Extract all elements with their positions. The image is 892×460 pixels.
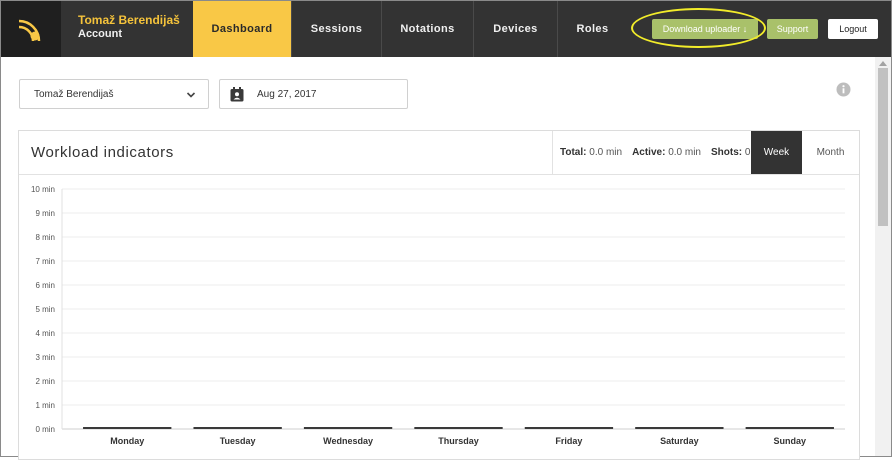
date-value: Aug 27, 2017 [257, 88, 317, 100]
bar-friday [524, 427, 614, 429]
workload-chart: 0 min 1 min 2 min 3 min 4 min 5 min 6 min 7 min… [31, 185, 845, 446]
y-tick-label: 1 min [35, 401, 55, 410]
workload-card: Workload indicators Total: 0.0 min Activ… [18, 130, 860, 460]
y-tick-label: 2 min [35, 377, 55, 386]
workload-stats: Total: 0.0 min Active: 0.0 min Shots: 0 [552, 131, 750, 174]
account-name: Tomaž Berendijaš [78, 13, 180, 27]
total-label: Total: [560, 147, 587, 158]
logout-button[interactable]: Logout [828, 19, 878, 39]
card-header: Workload indicators Total: 0.0 min Activ… [19, 131, 859, 175]
x-tick-label: Thursday [438, 436, 479, 446]
tab-dashboard[interactable]: Dashboard [193, 1, 291, 57]
total-value: 0.0 min [589, 147, 623, 158]
scrollbar-thumb[interactable] [878, 68, 888, 226]
tab-devices[interactable]: Devices [473, 1, 557, 57]
shots-value: 0 [744, 147, 751, 158]
x-tick-label: Wednesday [323, 436, 373, 446]
calendar-icon [230, 86, 244, 101]
x-tick-label: Sunday [774, 436, 807, 446]
tab-notations[interactable]: Notations [381, 1, 473, 57]
info-icon[interactable] [836, 82, 851, 97]
y-tick-label: 0 min [35, 425, 55, 434]
bar-sunday [745, 427, 834, 429]
bar-saturday [635, 427, 724, 429]
month-toggle[interactable]: Month [802, 131, 859, 174]
y-tick-label: 6 min [35, 281, 55, 290]
y-tick-label: 3 min [35, 353, 55, 362]
bar-wednesday [303, 427, 393, 429]
tab-roles[interactable]: Roles [557, 1, 627, 57]
top-navigation: Tomaž Berendijaš Account Dashboard Sessi… [1, 1, 891, 57]
date-picker[interactable]: Aug 27, 2017 [219, 79, 408, 109]
tab-sessions[interactable]: Sessions [291, 1, 381, 57]
x-tick-label: Monday [110, 436, 144, 446]
download-uploader-button[interactable]: Download uploader ↓ [652, 19, 758, 39]
user-select[interactable]: Tomaž Berendijaš [19, 79, 209, 109]
x-tick-label: Saturday [660, 436, 699, 446]
bar-monday [83, 427, 172, 429]
account-label: Account [78, 28, 122, 40]
y-tick-label: 7 min [35, 257, 55, 266]
y-tick-label: 5 min [35, 305, 55, 314]
support-button[interactable]: Support [767, 19, 818, 39]
chevron-down-icon [186, 92, 196, 98]
active-label: Active: [632, 147, 666, 158]
x-tick-label: Tuesday [220, 436, 256, 446]
bar-thursday [414, 427, 503, 429]
active-value: 0.0 min [668, 147, 701, 158]
y-tick-label: 10 min [31, 185, 55, 194]
account-menu[interactable]: Tomaž Berendijaš Account [61, 1, 194, 57]
shots-label: Shots: [711, 147, 743, 158]
user-select-value: Tomaž Berendijaš [34, 88, 114, 100]
week-toggle[interactable]: Week [751, 131, 802, 174]
app-logo[interactable] [1, 1, 61, 57]
signal-logo-icon [18, 19, 41, 42]
scroll-up-arrow-icon[interactable] [879, 61, 887, 66]
y-tick-label: 8 min [35, 233, 55, 242]
vertical-scrollbar[interactable] [875, 57, 891, 456]
y-tick-label: 4 min [35, 329, 55, 338]
x-tick-label: Friday [555, 436, 582, 446]
card-title: Workload indicators [31, 144, 174, 161]
y-tick-label: 9 min [35, 209, 55, 218]
bar-tuesday [193, 427, 282, 429]
